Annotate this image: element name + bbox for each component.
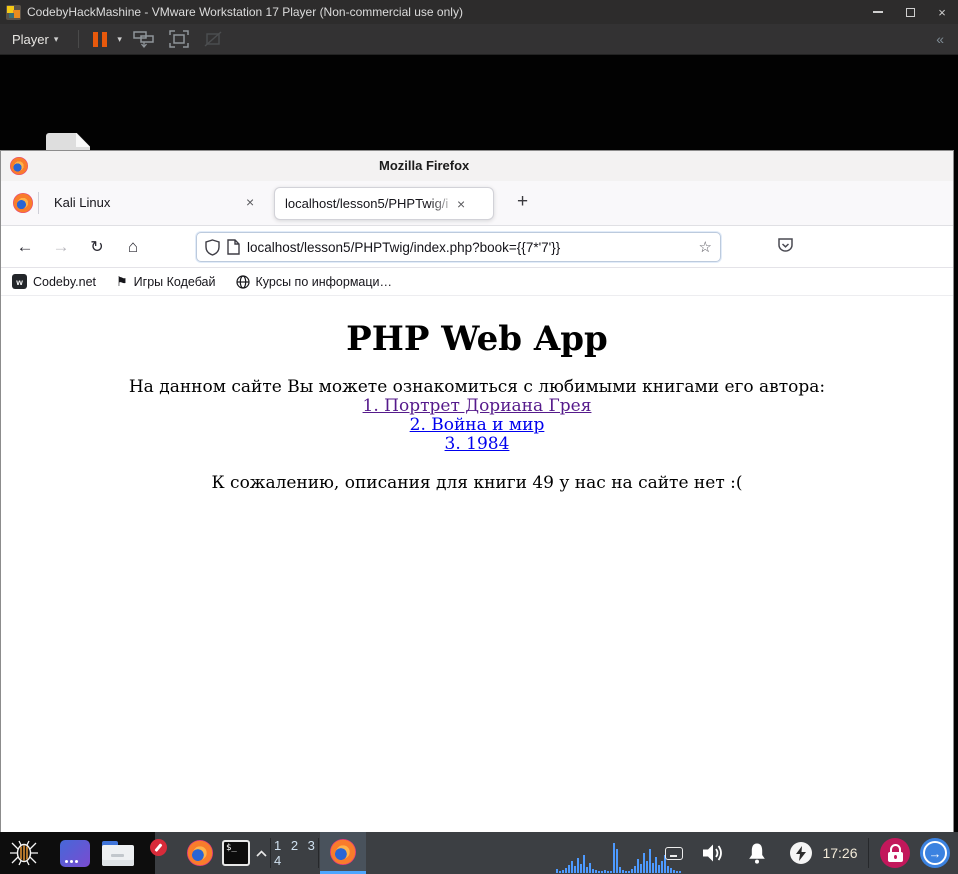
- app-launcher-button[interactable]: [56, 832, 94, 874]
- page-intro: На данном сайте Вы можете ознакомиться с…: [128, 377, 826, 397]
- text-editor-button[interactable]: [142, 832, 180, 874]
- suspend-button[interactable]: [87, 31, 113, 47]
- bookmark-label: Игры Кодебай: [133, 274, 216, 289]
- tab-close-icon[interactable]: ×: [457, 196, 465, 212]
- firefox-logo-icon: [10, 157, 28, 175]
- tab-close-icon[interactable]: ×: [246, 194, 254, 210]
- codeby-logo-icon: w: [12, 274, 27, 289]
- vmware-window-title: CodebyHackMashine - VMware Workstation 1…: [27, 5, 463, 19]
- pause-icon: [93, 31, 99, 47]
- kali-menu-button[interactable]: [0, 832, 48, 874]
- url-bar[interactable]: localhost/lesson5/PHPTwig/index.php?book…: [196, 232, 721, 262]
- bookmark-kursy[interactable]: Курсы по информаци…: [235, 274, 393, 289]
- page-message: К сожалению, описания для книги 49 у нас…: [211, 473, 743, 493]
- reload-button[interactable]: ↻: [82, 234, 112, 260]
- workspace-switcher[interactable]: 1 2 3 4: [274, 832, 318, 874]
- tab-divider: [38, 192, 39, 214]
- pocket-icon[interactable]: [776, 236, 795, 255]
- terminal-icon: $_: [222, 840, 250, 866]
- chevron-up-icon: [255, 849, 267, 857]
- collapse-toolbar-button[interactable]: «: [936, 31, 944, 47]
- book-link-3[interactable]: 3. 1984: [445, 434, 510, 454]
- taskbar: $_ 1 2 3 4 17:26 →: [0, 832, 958, 874]
- tab-localhost-active[interactable]: localhost/lesson5/PHPTwig/i ×: [274, 187, 494, 220]
- forward-button: →: [52, 237, 70, 256]
- logout-icon: →: [920, 838, 950, 868]
- panel-expand-button[interactable]: [252, 832, 270, 874]
- firefox-logo-icon: [13, 193, 33, 213]
- power-manager-icon[interactable]: [786, 832, 816, 874]
- bookmark-label: Курсы по информаци…: [255, 274, 393, 289]
- firefox-icon: [330, 838, 356, 865]
- toolbar-divider: [78, 30, 80, 48]
- firefox-window: Mozilla Firefox Kali Linux × localhost/l…: [0, 150, 954, 832]
- firefox-window-title: Mozilla Firefox: [379, 158, 470, 173]
- bookmark-star-icon[interactable]: ☆: [699, 238, 712, 256]
- flag-icon: ⚑: [116, 273, 128, 289]
- pause-icon: [102, 31, 108, 47]
- minimize-button[interactable]: [862, 0, 894, 24]
- book-link-2[interactable]: 2. Война и мир: [410, 415, 545, 435]
- volume-icon[interactable]: [696, 832, 730, 874]
- vm-desktop: </> test.xml Mozilla Firefox Kali Linux …: [0, 55, 958, 874]
- book-link-1[interactable]: 1. Портрет Дориана Грея: [363, 396, 592, 416]
- page-info-icon[interactable]: [227, 239, 240, 255]
- bookmark-codeby[interactable]: w Codeby.net: [12, 274, 96, 289]
- taskbar-window-firefox[interactable]: [320, 832, 366, 874]
- close-button[interactable]: ×: [926, 0, 958, 24]
- app-launcher-icon: [60, 839, 90, 867]
- vmware-logo-icon: [6, 4, 21, 20]
- suspend-dropdown-caret[interactable]: ▾: [117, 34, 122, 45]
- firefox-icon: [187, 840, 213, 866]
- file-fold: [76, 133, 90, 147]
- send-ctrl-alt-del-icon[interactable]: [133, 30, 155, 48]
- pencil-badge-icon: [150, 839, 167, 856]
- shield-icon[interactable]: [205, 238, 220, 256]
- page-title: PHP Web App: [346, 319, 608, 359]
- kali-dragon-icon: [10, 840, 38, 866]
- vmware-window-controls: ×: [862, 0, 958, 24]
- panel-divider: [318, 838, 319, 868]
- vmware-toolbar: Player ▾ ▾ «: [0, 24, 958, 55]
- bookmark-igry-kodebay[interactable]: ⚑ Игры Кодебай: [116, 274, 215, 290]
- display-tray-icon[interactable]: [660, 832, 688, 874]
- home-button[interactable]: ⌂: [118, 234, 148, 260]
- screen: CodebyHackMashine - VMware Workstation 1…: [0, 0, 958, 874]
- logout-button[interactable]: →: [916, 832, 954, 874]
- notification-bell-icon[interactable]: [740, 832, 774, 874]
- maximize-button[interactable]: [894, 0, 926, 24]
- panel-divider: [270, 838, 271, 868]
- unity-mode-icon: [203, 30, 223, 48]
- lock-icon: [880, 838, 910, 868]
- folder-icon: [102, 840, 134, 866]
- navigation-toolbar: ← → ↻ ⌂ localhost/lesson5/PHPTwig/index.…: [1, 226, 953, 268]
- active-tab-label: localhost/lesson5/PHPTwig/i: [285, 195, 449, 211]
- tab-kali-linux[interactable]: Kali Linux: [54, 195, 110, 210]
- minimize-icon: [873, 11, 883, 13]
- panel-divider: [868, 838, 869, 868]
- bookmarks-toolbar: w Codeby.net ⚑ Игры Кодебай Курсы по инф…: [1, 268, 953, 296]
- back-button[interactable]: ←: [10, 234, 40, 260]
- terminal-launcher-button[interactable]: $_: [218, 832, 254, 874]
- tab-bar: Kali Linux × localhost/lesson5/PHPTwig/i…: [1, 181, 953, 226]
- vmware-titlebar: CodebyHackMashine - VMware Workstation 1…: [0, 0, 958, 24]
- bookmark-label: Codeby.net: [33, 274, 97, 289]
- maximize-icon: [905, 7, 915, 17]
- chevron-down-icon: ▾: [53, 33, 59, 44]
- fullscreen-icon[interactable]: [169, 30, 189, 48]
- firefox-launcher-button[interactable]: [182, 832, 218, 874]
- firefox-titlebar[interactable]: Mozilla Firefox: [1, 151, 953, 181]
- page-content: PHP Web App На данном сайте Вы можете оз…: [1, 296, 953, 831]
- globe-icon: [235, 274, 250, 289]
- player-menu[interactable]: Player ▾: [0, 24, 70, 54]
- new-tab-button[interactable]: +: [517, 191, 528, 213]
- clock[interactable]: 17:26: [816, 832, 864, 874]
- player-menu-label: Player: [12, 31, 49, 47]
- lock-screen-button[interactable]: [876, 832, 914, 874]
- file-manager-button[interactable]: [98, 832, 138, 874]
- url-input[interactable]: localhost/lesson5/PHPTwig/index.php?book…: [247, 240, 692, 255]
